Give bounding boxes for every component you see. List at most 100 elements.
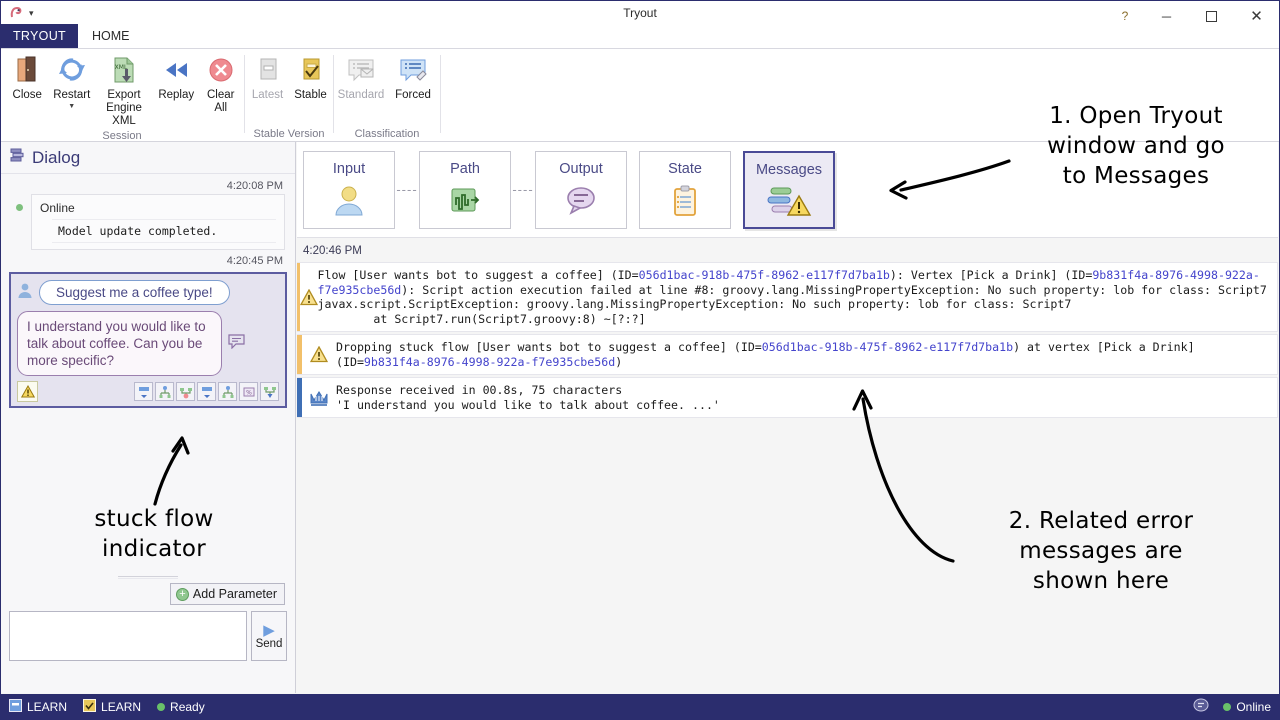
stable-version-button[interactable]: Stable	[289, 53, 332, 102]
flow-tree-icon[interactable]	[260, 382, 279, 401]
clear-all-line2: All	[214, 102, 228, 114]
turn-toolbar[interactable]: %	[17, 381, 279, 402]
export-xml-icon: XML	[109, 53, 139, 87]
dialog-turn[interactable]: Suggest me a coffee type! I understand y…	[9, 272, 287, 408]
title-bar: ▾ Tryout ? ─ ✕ ⌃	[1, 1, 1279, 39]
input-transition-icon[interactable]	[134, 382, 153, 401]
log-row[interactable]: Response received in 00.8s, 75 character…	[297, 377, 1278, 418]
status-learn-yellow-label: LEARN	[101, 699, 142, 714]
avatar	[17, 282, 33, 304]
user-message-row: Suggest me a coffee type!	[17, 280, 279, 305]
tab-state[interactable]: State	[639, 150, 731, 229]
engine-response-icon	[302, 388, 336, 408]
ribbon-separator-3	[440, 55, 441, 133]
ribbon-group-classification: Standard Forced Classification	[335, 49, 439, 142]
log-row[interactable]: Dropping stuck flow [User wants bot to s…	[297, 334, 1278, 375]
tab-output-label: Output	[559, 160, 603, 177]
system-message-timestamp: 4:20:08 PM	[226, 180, 283, 192]
tab-path-label: Path	[450, 160, 480, 177]
chat-icon[interactable]	[1193, 698, 1209, 716]
input-transition-icon[interactable]	[197, 382, 216, 401]
learn-yellow-icon	[83, 698, 97, 715]
tab-connector: ----	[512, 182, 534, 197]
annotation-note-3-line1: stuck flow	[94, 506, 214, 532]
latest-version-button[interactable]: Latest	[246, 53, 289, 102]
send-play-icon: ▶	[263, 621, 275, 639]
add-parameter-label: Add Parameter	[192, 587, 277, 601]
tab-tryout[interactable]: TRYOUT	[1, 24, 78, 48]
stable-label: Stable	[294, 89, 327, 101]
status-learn-blue[interactable]: LEARN	[9, 698, 67, 715]
warning-triangle-icon	[302, 346, 336, 363]
tab-path[interactable]: Path	[419, 150, 511, 229]
log-text-segment: )	[615, 354, 623, 369]
forced-classification-icon	[397, 53, 429, 87]
restart-button-label: Restart	[53, 89, 91, 101]
send-button[interactable]: ▶ Send	[251, 611, 287, 661]
send-button-label: Send	[255, 637, 283, 650]
log-id-link[interactable]: 056d1bac-918b-475f-8962-e117f7d7ba1b	[639, 268, 890, 282]
tab-input-label: Input	[332, 160, 366, 177]
flow-node-icon[interactable]	[155, 382, 174, 401]
log-text-segment: ): Script action execution failed at lin…	[317, 282, 1267, 326]
chevron-down-icon[interactable]: ▼	[68, 103, 75, 110]
tab-home[interactable]: HOME	[77, 24, 144, 48]
log-text-segment: Response received in 00.8s, 75 character…	[336, 383, 720, 412]
log-text-segment: Dropping stuck flow [User wants bot to s…	[336, 340, 762, 354]
warning-triangle-icon[interactable]	[17, 381, 38, 402]
annotation-note-2-line1: 2. Related error	[1008, 508, 1194, 534]
online-status-dot-icon	[16, 204, 23, 211]
log-timestamp: 4:20:46 PM	[303, 245, 362, 257]
group-title-stable-version: Stable Version	[253, 128, 325, 140]
clear-all-button[interactable]: Clear All	[198, 53, 243, 115]
close-button-ribbon[interactable]: Close	[5, 53, 50, 102]
ready-dot-icon	[157, 702, 166, 711]
tab-connector: ----	[396, 182, 418, 197]
status-learn-yellow[interactable]: LEARN	[83, 698, 142, 715]
dialog-header: Dialog	[1, 142, 295, 174]
log-rows: Flow [User wants bot to suggest a coffee…	[297, 262, 1278, 418]
log-row-text: Dropping stuck flow [User wants bot to s…	[336, 335, 1199, 374]
log-id-link[interactable]: 056d1bac-918b-475f-8962-e117f7d7ba1b	[762, 340, 1013, 354]
tab-input[interactable]: Input	[303, 150, 395, 229]
ribbon-group-stable-version: Latest Stable Stable Version	[246, 49, 332, 142]
log-row-text: Flow [User wants bot to suggest a coffee…	[318, 263, 1277, 331]
replay-button[interactable]: Replay	[154, 53, 199, 102]
tab-output[interactable]: Output	[535, 150, 627, 229]
ribbon-tab-row: TRYOUT HOME	[1, 24, 1279, 49]
nlu-model-icon[interactable]: %	[239, 382, 258, 401]
flow-node-icon[interactable]	[218, 382, 237, 401]
door-icon	[12, 53, 42, 87]
status-ready: Ready	[157, 700, 205, 714]
rewind-icon	[161, 53, 191, 87]
log-id-link[interactable]: 9b831f4a-8976-4998-922a-f7e935cbe56d	[364, 355, 615, 369]
plus-icon: +	[175, 587, 189, 601]
forced-classification-button[interactable]: Forced	[387, 53, 439, 102]
restart-button[interactable]: Restart ▼	[50, 53, 95, 110]
log-row[interactable]: Flow [User wants bot to suggest a coffee…	[297, 262, 1278, 332]
forced-label: Forced	[395, 89, 431, 101]
add-parameter-button[interactable]: + Add Parameter	[169, 583, 285, 605]
user-message-bubble: Suggest me a coffee type!	[39, 280, 230, 305]
stuck-flow-icon[interactable]	[176, 382, 195, 401]
clear-all-line1: Clear	[206, 89, 235, 101]
log-row-text: Response received in 00.8s, 75 character…	[336, 378, 724, 417]
standard-classification-icon	[345, 53, 377, 87]
message-input[interactable]	[9, 611, 247, 661]
dialog-panel: Dialog 4:20:08 PM Online Model update co…	[1, 142, 296, 693]
standard-classification-button[interactable]: Standard	[335, 53, 387, 102]
messages-log-pane[interactable]: 4:20:46 PM Flow [User wants bot to sugge…	[297, 238, 1278, 693]
annotation-note-1: 1. Open Tryout window and go to Messages	[1001, 101, 1271, 191]
export-label-line2: Engine XML	[106, 102, 142, 127]
status-online-label: Online	[1236, 699, 1271, 714]
system-message-status: Online	[40, 201, 75, 215]
export-engine-xml-button[interactable]: XML Export Engine XML	[94, 53, 154, 128]
clipboard-icon	[671, 185, 699, 222]
export-label: Export Engine XML	[94, 89, 154, 128]
log-text-segment: ): Vertex [Pick a Drink] (ID=	[889, 268, 1093, 282]
annotation-note-1-line2: window and go	[1047, 133, 1225, 159]
latest-label: Latest	[251, 89, 284, 101]
export-label-line1: Export	[107, 89, 141, 101]
tab-messages[interactable]: Messages	[743, 150, 835, 229]
bot-message-bubble: I understand you would like to talk abou…	[17, 311, 222, 376]
